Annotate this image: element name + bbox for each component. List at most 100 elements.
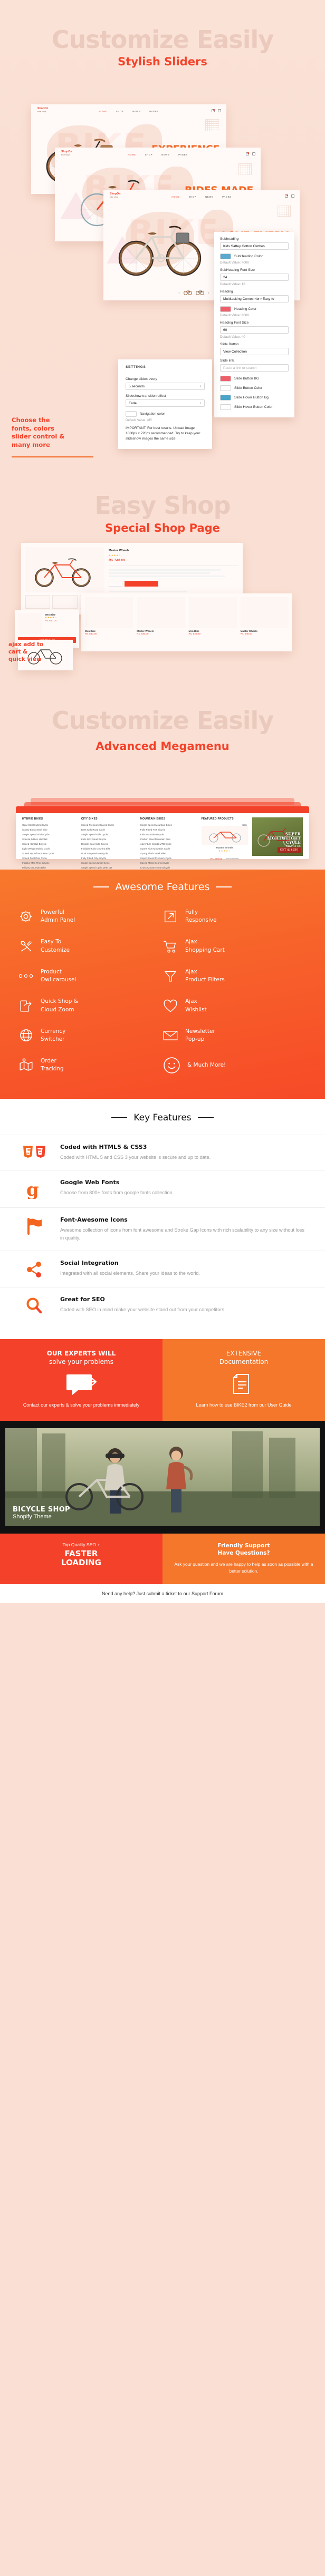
banner-button[interactable]: GET @ $250 [277, 847, 301, 853]
nav-link-shop[interactable]: SHOP [145, 153, 152, 156]
shot3-nav-links[interactable]: HOME SHOP NEWS PAGES [171, 196, 231, 198]
megamenu-link[interactable]: Speed Hybrid Womens Cycle [22, 852, 77, 856]
megamenu-link[interactable]: Sporty Black Steel Bike [22, 828, 77, 833]
nav-link-news[interactable]: NEWS [132, 110, 140, 113]
megamenu-link[interactable]: Carbon Steel Mountain Bike [140, 837, 197, 842]
megamenu-link[interactable]: Single Speed Kids Cycle [81, 833, 136, 837]
megamenu-panel[interactable]: HYBRID BIKES Gear Steel Hybrid Cycle Spo… [16, 813, 309, 869]
shot2-nav-icons[interactable] [246, 152, 255, 155]
megamenu-link[interactable]: BMX Kids Road Cycle [81, 828, 136, 833]
megamenu-link[interactable]: Military Mountain Bike [22, 866, 77, 870]
slide-hover-button-bg-swatch[interactable] [220, 395, 231, 401]
megamenu-link[interactable]: Light Weight Hybrid Cycle [22, 847, 77, 852]
megamenu-link[interactable]: Speed Hardtail Bicycle [22, 842, 77, 847]
nav-link-news[interactable]: NEWS [205, 196, 213, 198]
slide-hover-button-bg-row[interactable]: Slide Hover Button Bg [220, 395, 289, 401]
megamenu-link[interactable]: Kids Jazz Steel Bicycle [81, 837, 136, 842]
product-thumb[interactable] [52, 595, 78, 609]
heading-color-swatch[interactable] [220, 306, 231, 312]
user-icon[interactable] [291, 194, 294, 198]
product-thumb[interactable] [25, 595, 51, 609]
slide-link-input[interactable]: Paste a link or search [220, 364, 289, 372]
grid-product-card[interactable]: Master Wheels Rs. 540.00 [240, 597, 289, 635]
megamenu-link[interactable]: Super Speed Premium Cycle [140, 856, 197, 861]
megamenu-link[interactable]: Speed Premium Geared Cycle [81, 823, 136, 828]
slide-button-color-swatch[interactable] [220, 385, 231, 391]
megamenu-link[interactable]: Adventure Sports MTB Cycle [140, 842, 197, 847]
thumb-bike-1[interactable] [184, 289, 192, 295]
subheading-color-row[interactable]: SubHeading Color [220, 253, 289, 259]
slider-thumbnails[interactable]: ‹ › [178, 289, 209, 295]
nav-link-pages[interactable]: PAGES [222, 196, 231, 198]
megamenu-link[interactable]: Speed Mass Geared Cycle [140, 861, 197, 866]
slide-button-bg-row[interactable]: Slide Button BG [220, 376, 289, 382]
megamenu-link[interactable]: Speed Dual Disc Cycle [22, 856, 77, 861]
megamenu-link[interactable]: Double Seat Kids Bicycle [81, 842, 136, 847]
slide-button-color-row[interactable]: Slide Button Color [220, 385, 289, 391]
megamenu-link[interactable]: Sporty Black Steel Bike [140, 852, 197, 856]
megamenu-link[interactable]: Kids Mountain Bicycle [140, 833, 197, 837]
shot1-nav-icons[interactable] [212, 109, 221, 112]
prev-arrow-icon[interactable]: ‹ [178, 290, 180, 295]
promo-banner[interactable]: SUPER LIGHTWEIGHT CYCLE ONLY 15 KG GET @… [252, 817, 303, 856]
transition-effect-select[interactable]: Fade [126, 399, 205, 407]
slideshow-settings-panel[interactable]: SETTINGS Change slides every 5 seconds S… [118, 359, 212, 449]
cart-icon[interactable] [246, 152, 249, 155]
megamenu-link[interactable]: Cross Country Gear Bicycle [140, 866, 197, 870]
nav-link-shop[interactable]: SHOP [116, 110, 123, 113]
featured-product-image[interactable] [201, 826, 248, 845]
megamenu-link[interactable]: Sports Kids Mountain Cycle [140, 847, 197, 852]
key-feature-desc: Integrated with all social elements. Sha… [60, 1271, 200, 1276]
subheading-input[interactable]: Kids Saftey Cotton Clothes [220, 242, 289, 250]
funnel-filter-icon [162, 968, 178, 984]
navigation-color-swatch[interactable] [126, 411, 137, 417]
change-slides-select[interactable]: 5 seconds [126, 383, 205, 390]
product-grid-shot[interactable]: Men Bike Rs. 540.00 Master Wheels Rs. 54… [81, 593, 292, 651]
nav-link-pages[interactable]: PAGES [149, 110, 158, 113]
slide-button-bg-swatch[interactable] [220, 376, 231, 382]
megamenu-link[interactable]: Single Speed Junior Cycle [81, 861, 136, 866]
user-icon[interactable] [252, 152, 255, 155]
megamenu-banner-wrap[interactable]: SUPER LIGHTWEIGHT CYCLE ONLY 15 KG GET @… [252, 817, 303, 870]
heading-color-row[interactable]: Heading Color [220, 306, 289, 312]
nav-link-home[interactable]: HOME [171, 196, 179, 198]
shot1-nav-links[interactable]: HOME SHOP NEWS PAGES [99, 110, 158, 113]
share-nodes-icon [17, 1260, 52, 1279]
nav-link-news[interactable]: NEWS [161, 153, 169, 156]
next-arrow-icon[interactable]: › [208, 290, 209, 295]
megamenu-link[interactable]: Fatbike Men Thor Bicycle [22, 861, 77, 866]
slide-hover-button-color-swatch[interactable] [220, 404, 231, 410]
nav-link-pages[interactable]: PAGES [178, 153, 187, 156]
thumb-bike-2[interactable] [196, 289, 204, 295]
megamenu-link[interactable]: Special Edition Hardtail [22, 837, 77, 842]
heading-font-size-input[interactable]: 60 [220, 326, 289, 334]
user-icon[interactable] [218, 109, 221, 112]
heading-input[interactable]: Multitasking Comes <br> Easy to [220, 295, 289, 303]
grid-product-card[interactable]: Men Bike Rs. 540.00 [85, 597, 133, 635]
megamenu-link[interactable]: Gear Steel Hybrid Cycle [22, 823, 77, 828]
subheading-color-swatch[interactable] [220, 253, 231, 259]
megamenu-link[interactable]: Single Speed Adult Cycle [22, 833, 77, 837]
feature-newsletter-popup: Newsletter Pop-up [162, 1028, 307, 1043]
megamenu-link[interactable]: Dual Suspension Bicycle [81, 852, 136, 856]
slide-button-input[interactable]: View Collection [220, 348, 289, 355]
grid-product-card[interactable]: Men Bike Rs. 540.00 [188, 597, 237, 635]
shot3-nav-icons[interactable] [285, 194, 294, 198]
grid-product-card[interactable]: Master Wheels Rs. 540.00 [137, 597, 185, 635]
megamenu-link[interactable]: Single Speed Cycle With DD [81, 866, 136, 870]
navigation-color-row[interactable]: Navigation color [126, 411, 205, 417]
slide-settings-panel[interactable]: Subheading Kids Saftey Cotton Clothes Su… [214, 232, 294, 417]
subheading-font-size-input[interactable]: 24 [220, 274, 289, 281]
megamenu-link[interactable]: Fully Fitted FAT Bicycle [140, 828, 197, 833]
nav-link-home[interactable]: HOME [99, 110, 107, 113]
awesome-features-title: Awesome Features [115, 881, 210, 893]
megamenu-link[interactable]: Fully Fitted City Bicycle [81, 856, 136, 861]
cart-icon[interactable] [285, 194, 288, 198]
nav-link-shop[interactable]: SHOP [189, 196, 196, 198]
megamenu-link[interactable]: Foldable Kids Country Bike [81, 847, 136, 852]
nav-link-home[interactable]: HOME [128, 153, 136, 156]
megamenu-link[interactable]: Single Speed Mountain Bikes [140, 823, 197, 828]
shot2-nav-links[interactable]: HOME SHOP NEWS PAGES [128, 153, 187, 156]
cart-icon[interactable] [212, 109, 215, 112]
slide-hover-button-color-row[interactable]: Slide Hover Button Color [220, 404, 289, 410]
